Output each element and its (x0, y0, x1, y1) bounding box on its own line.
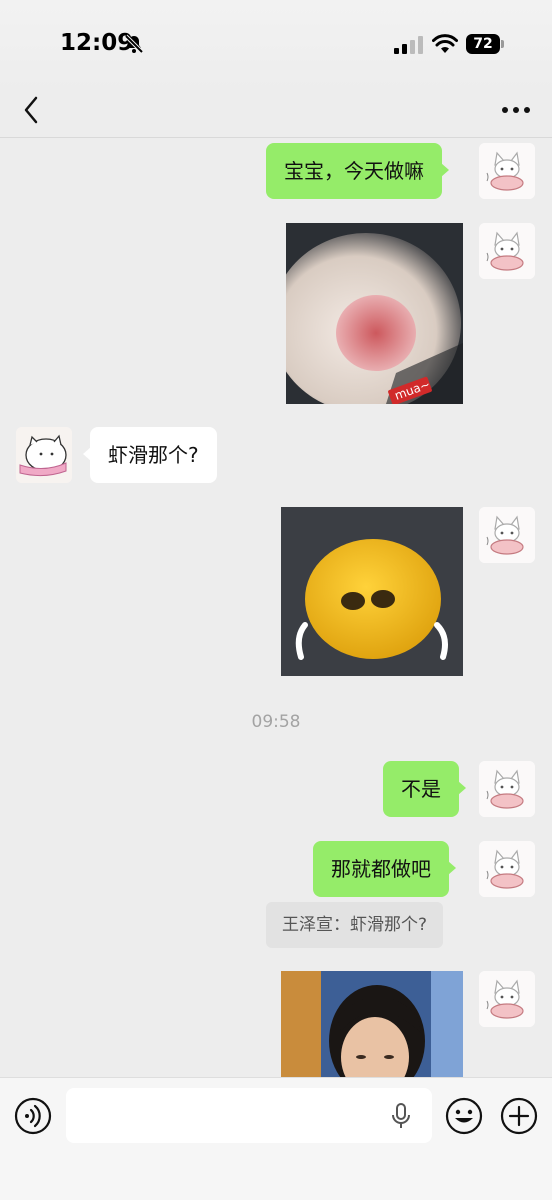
message-bubble-outgoing[interactable]: 不是 (383, 761, 466, 817)
message-list[interactable]: 宝宝，今天做嘛 mua~ 虾滑那个? 09:58 不是 那就都做吧 王泽宣：虾滑… (0, 139, 552, 1077)
cat-avatar-icon (479, 507, 535, 563)
wifi-icon (432, 34, 458, 53)
sticker-photo[interactable] (281, 971, 463, 1077)
sticker-cat-closeup[interactable]: mua~ (286, 223, 463, 404)
avatar-self[interactable] (479, 761, 535, 817)
message-bubble-incoming[interactable]: 虾滑那个? (83, 427, 217, 483)
message-timestamp: 09:58 (251, 712, 301, 732)
cat-avatar-icon (479, 223, 535, 279)
microphone-icon[interactable] (390, 1103, 412, 1129)
message-bubble-outgoing[interactable]: 宝宝，今天做嘛 (266, 143, 449, 199)
message-input[interactable] (66, 1088, 432, 1143)
avatar-self[interactable] (479, 223, 535, 279)
cat-avatar-icon (479, 761, 535, 817)
cat-avatar-icon (479, 143, 535, 199)
battery-icon: 72 (466, 34, 504, 54)
cellular-signal-icon (394, 36, 423, 54)
avatar-self[interactable] (479, 507, 535, 563)
message-bubble-outgoing[interactable]: 那就都做吧 (313, 841, 456, 897)
battery-level: 72 (466, 34, 500, 54)
bell-muted-icon (124, 34, 144, 54)
status-bar: 12:09 72 (0, 0, 552, 90)
input-bar (0, 1077, 552, 1200)
plus-icon[interactable] (500, 1097, 538, 1135)
chat-header (0, 90, 552, 138)
avatar-contact[interactable] (16, 427, 72, 483)
voice-mode-icon[interactable] (14, 1097, 52, 1135)
cat-avatar-icon (16, 427, 72, 483)
avatar-self[interactable] (479, 841, 535, 897)
cat-avatar-icon (479, 971, 535, 1027)
sticker-yellow-emoji[interactable] (281, 507, 463, 676)
cat-avatar-icon (479, 841, 535, 897)
quoted-message[interactable]: 王泽宣：虾滑那个? (266, 902, 444, 948)
chevron-left-icon[interactable] (16, 94, 48, 126)
avatar-self[interactable] (479, 143, 535, 199)
avatar-self[interactable] (479, 971, 535, 1027)
emoji-icon[interactable] (445, 1097, 483, 1135)
status-time: 12:09 (60, 30, 134, 56)
ellipsis-icon[interactable] (500, 98, 532, 122)
